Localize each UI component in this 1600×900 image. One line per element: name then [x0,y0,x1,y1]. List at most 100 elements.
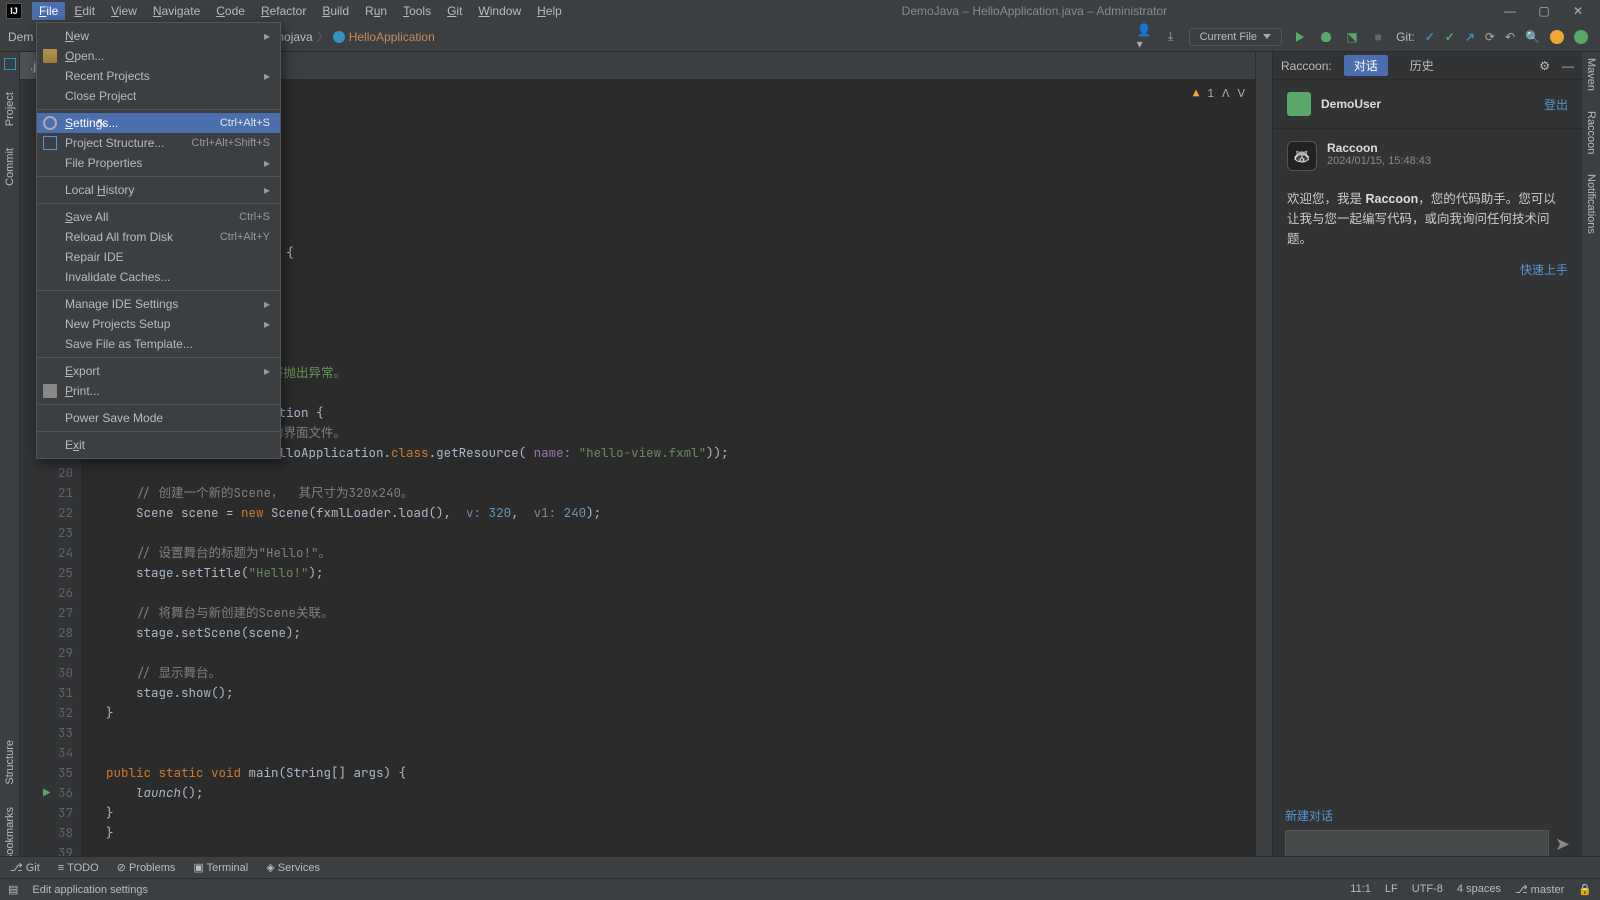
menu-item-file-properties[interactable]: File Properties▸ [37,153,280,173]
tool-terminal[interactable]: ▣ Terminal [193,861,248,874]
bottom-tool-strip: ⎇ Git ≡ TODO ⊘ Problems ▣ Terminal ◈ Ser… [0,856,1600,878]
project-tool-icon[interactable] [4,58,16,70]
menu-item-power-save-mode[interactable]: Power Save Mode [37,408,280,428]
raccoon-welcome: 欢迎您，我是 Raccoon，您的代码助手。您可以让我与您一起编写代码，或向我询… [1273,183,1582,255]
warning-icon[interactable]: ▲ [1193,84,1200,104]
git-pull-icon[interactable]: ✓ [1425,30,1435,44]
raccoon-username: DemoUser [1321,97,1381,111]
raccoon-logout[interactable]: 登出 [1544,96,1568,113]
menu-navigate[interactable]: Navigate [146,2,207,20]
tool-commit[interactable]: Commit [4,148,16,186]
menu-git[interactable]: Git [440,2,469,20]
raccoon-title: Raccoon: [1281,59,1332,73]
menu-help[interactable]: Help [530,2,569,20]
right-tool-strip: Maven Raccoon Notifications [1582,52,1600,872]
menu-view[interactable]: View [104,2,144,20]
raccoon-input[interactable] [1285,830,1549,858]
menu-item-manage-ide-settings[interactable]: Manage IDE Settings▸ [37,294,280,314]
menu-item-open-[interactable]: Open... [37,46,280,66]
raccoon-new-chat[interactable]: 新建对话 [1285,807,1570,824]
warning-count: 1 [1207,84,1214,104]
status-lock-icon[interactable]: 🔒 [1578,883,1592,896]
tool-services[interactable]: ◈ Services [266,861,320,874]
tool-maven[interactable]: Maven [1585,58,1597,91]
menu-item-save-all[interactable]: Save AllCtrl+S [37,207,280,227]
menu-build[interactable]: Build [315,2,356,20]
stop-button[interactable]: ■ [1370,29,1386,45]
menu-window[interactable]: Window [471,2,528,20]
run-config-selector[interactable]: Current File [1189,28,1282,46]
tool-bookmarks[interactable]: Bookmarks [4,807,16,862]
menu-item-print-[interactable]: Print... [37,381,280,401]
menu-refactor[interactable]: Refactor [254,2,313,20]
raccoon-bot-name: Raccoon [1327,141,1431,155]
tool-todo[interactable]: ≡ TODO [58,862,99,874]
status-branch[interactable]: ⎇ master [1515,883,1564,896]
raccoon-quick-start[interactable]: 快速上手 [1520,263,1568,277]
run-config-label: Current File [1200,31,1257,43]
run-button[interactable] [1292,29,1308,45]
tool-project[interactable]: Project [4,92,16,126]
status-position[interactable]: 11:1 [1350,883,1371,896]
raccoon-tab-history[interactable]: 历史 [1400,55,1444,76]
tool-notifications[interactable]: Notifications [1585,174,1597,234]
gear-icon[interactable]: ⚙ [1539,59,1550,73]
close-icon[interactable]: ✕ [1568,4,1588,18]
menu-item-repair-ide[interactable]: Repair IDE [37,247,280,267]
raccoon-toolbar-icon[interactable] [1550,30,1564,44]
editor-scrollbar[interactable] [1255,52,1272,872]
raccoon-tab-chat[interactable]: 对话 [1344,55,1388,76]
maximize-icon[interactable]: ▢ [1534,4,1554,18]
menu-item-new-projects-setup[interactable]: New Projects Setup▸ [37,314,280,334]
tool-git[interactable]: ⎇ Git [10,861,40,874]
tool-structure[interactable]: Structure [4,740,16,785]
send-icon[interactable]: ➤ [1555,834,1570,855]
class-icon [333,31,345,43]
next-highlight-icon[interactable]: ꓦ [1237,84,1245,104]
status-menu-icon[interactable]: ▤ [8,883,18,896]
breadcrumb-sep: 〉 [317,28,329,45]
ide-logo: IJ [6,3,22,19]
menu-run[interactable]: Run [358,2,394,20]
debug-button[interactable] [1318,29,1334,45]
breadcrumb-file[interactable]: HelloApplication [349,30,435,44]
git-commit-icon[interactable]: ✓ [1445,30,1455,44]
menu-item-export[interactable]: Export▸ [37,361,280,381]
status-eol[interactable]: LF [1385,883,1398,896]
menu-item-recent-projects[interactable]: Recent Projects▸ [37,66,280,86]
git-push-icon[interactable]: ↗ [1465,30,1475,44]
menubar: File Edit View Navigate Code Refactor Bu… [32,2,569,20]
menu-item-local-history[interactable]: Local History▸ [37,180,280,200]
tool-raccoon[interactable]: Raccoon [1585,111,1597,154]
menu-item-save-file-as-template-[interactable]: Save File as Template... [37,334,280,354]
breadcrumb-part[interactable]: Dem [8,30,33,44]
build-icon[interactable]: ⤓ [1163,29,1179,45]
search-icon[interactable]: 🔍 [1525,30,1540,44]
menu-code[interactable]: Code [209,2,252,20]
menu-item-settings-[interactable]: Settings...Ctrl+Alt+S [37,113,280,133]
menu-edit[interactable]: Edit [67,2,102,20]
menu-file[interactable]: File [32,2,65,20]
status-hint: Edit application settings [32,884,148,896]
menu-item-close-project[interactable]: Close Project [37,86,280,106]
menu-item-invalidate-caches-[interactable]: Invalidate Caches... [37,267,280,287]
minimize-icon[interactable]: — [1500,4,1520,18]
tool-problems[interactable]: ⊘ Problems [117,861,176,874]
window-title: DemoJava – HelloApplication.java – Admin… [569,4,1500,18]
coverage-button[interactable]: ⬔ [1344,29,1360,45]
prev-highlight-icon[interactable]: ꓥ [1222,84,1230,104]
user-icon[interactable]: 👤▾ [1137,29,1153,45]
git-history-icon[interactable]: ⟳ [1485,30,1495,44]
menu-item-new[interactable]: New▸ [37,26,280,46]
status-indent[interactable]: 4 spaces [1457,883,1501,896]
menu-item-reload-all-from-disk[interactable]: Reload All from DiskCtrl+Alt+Y [37,227,280,247]
raccoon-timestamp: 2024/01/15, 15:48:43 [1327,155,1431,167]
git-revert-icon[interactable]: ↶ [1505,30,1515,44]
settings-gear-icon[interactable] [1574,30,1588,44]
menu-tools[interactable]: Tools [396,2,438,20]
panel-minimize-icon[interactable]: — [1562,59,1574,73]
raccoon-panel: Raccoon: 对话 历史 ⚙ — DemoUser 登出 🦝 Raccoon… [1272,52,1582,872]
status-encoding[interactable]: UTF-8 [1412,883,1443,896]
menu-item-exit[interactable]: Exit [37,435,280,455]
menu-item-project-structure-[interactable]: Project Structure...Ctrl+Alt+Shift+S [37,133,280,153]
